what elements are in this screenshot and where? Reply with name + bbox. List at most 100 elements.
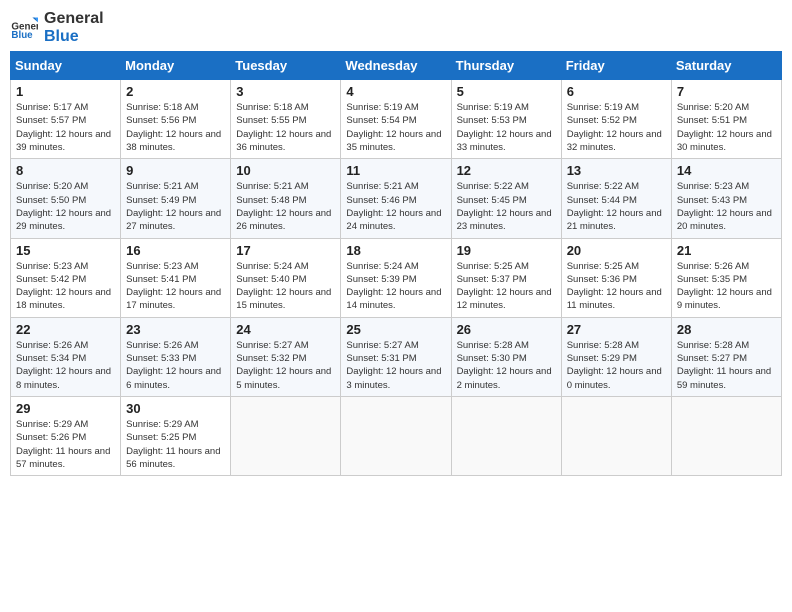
calendar-cell: 20 Sunrise: 5:25 AM Sunset: 5:36 PM Dayl…	[561, 238, 671, 317]
header-tuesday: Tuesday	[231, 52, 341, 80]
logo-general: General	[44, 10, 104, 28]
calendar-week-3: 15 Sunrise: 5:23 AM Sunset: 5:42 PM Dayl…	[11, 238, 782, 317]
day-number: 3	[236, 84, 335, 99]
header-monday: Monday	[121, 52, 231, 80]
day-number: 21	[677, 243, 776, 258]
day-number: 27	[567, 322, 666, 337]
day-info: Sunrise: 5:25 AM Sunset: 5:37 PM Dayligh…	[457, 260, 556, 313]
day-number: 2	[126, 84, 225, 99]
day-info: Sunrise: 5:26 AM Sunset: 5:35 PM Dayligh…	[677, 260, 776, 313]
day-number: 6	[567, 84, 666, 99]
day-number: 23	[126, 322, 225, 337]
day-number: 28	[677, 322, 776, 337]
day-info: Sunrise: 5:23 AM Sunset: 5:43 PM Dayligh…	[677, 180, 776, 233]
calendar-header-row: SundayMondayTuesdayWednesdayThursdayFrid…	[11, 52, 782, 80]
svg-text:Blue: Blue	[11, 29, 33, 40]
day-number: 26	[457, 322, 556, 337]
day-number: 9	[126, 163, 225, 178]
day-number: 24	[236, 322, 335, 337]
day-info: Sunrise: 5:23 AM Sunset: 5:41 PM Dayligh…	[126, 260, 225, 313]
day-number: 20	[567, 243, 666, 258]
day-number: 7	[677, 84, 776, 99]
day-number: 8	[16, 163, 115, 178]
header-wednesday: Wednesday	[341, 52, 451, 80]
calendar-cell: 17 Sunrise: 5:24 AM Sunset: 5:40 PM Dayl…	[231, 238, 341, 317]
calendar-cell	[451, 396, 561, 475]
day-info: Sunrise: 5:20 AM Sunset: 5:51 PM Dayligh…	[677, 101, 776, 154]
day-number: 22	[16, 322, 115, 337]
day-info: Sunrise: 5:19 AM Sunset: 5:54 PM Dayligh…	[346, 101, 445, 154]
header-thursday: Thursday	[451, 52, 561, 80]
day-info: Sunrise: 5:29 AM Sunset: 5:26 PM Dayligh…	[16, 418, 115, 471]
day-info: Sunrise: 5:28 AM Sunset: 5:30 PM Dayligh…	[457, 339, 556, 392]
calendar-table: SundayMondayTuesdayWednesdayThursdayFrid…	[10, 51, 782, 476]
calendar-cell: 8 Sunrise: 5:20 AM Sunset: 5:50 PM Dayli…	[11, 159, 121, 238]
logo: General Blue General Blue	[10, 10, 104, 45]
day-info: Sunrise: 5:19 AM Sunset: 5:53 PM Dayligh…	[457, 101, 556, 154]
day-number: 14	[677, 163, 776, 178]
calendar-cell: 12 Sunrise: 5:22 AM Sunset: 5:45 PM Dayl…	[451, 159, 561, 238]
calendar-cell: 11 Sunrise: 5:21 AM Sunset: 5:46 PM Dayl…	[341, 159, 451, 238]
day-info: Sunrise: 5:22 AM Sunset: 5:44 PM Dayligh…	[567, 180, 666, 233]
day-number: 13	[567, 163, 666, 178]
day-info: Sunrise: 5:28 AM Sunset: 5:29 PM Dayligh…	[567, 339, 666, 392]
calendar-cell: 15 Sunrise: 5:23 AM Sunset: 5:42 PM Dayl…	[11, 238, 121, 317]
calendar-cell: 25 Sunrise: 5:27 AM Sunset: 5:31 PM Dayl…	[341, 317, 451, 396]
day-info: Sunrise: 5:26 AM Sunset: 5:34 PM Dayligh…	[16, 339, 115, 392]
day-info: Sunrise: 5:24 AM Sunset: 5:39 PM Dayligh…	[346, 260, 445, 313]
calendar-cell: 23 Sunrise: 5:26 AM Sunset: 5:33 PM Dayl…	[121, 317, 231, 396]
day-number: 10	[236, 163, 335, 178]
logo-icon: General Blue	[10, 14, 38, 42]
day-info: Sunrise: 5:22 AM Sunset: 5:45 PM Dayligh…	[457, 180, 556, 233]
calendar-cell: 9 Sunrise: 5:21 AM Sunset: 5:49 PM Dayli…	[121, 159, 231, 238]
calendar-cell: 21 Sunrise: 5:26 AM Sunset: 5:35 PM Dayl…	[671, 238, 781, 317]
calendar-cell: 19 Sunrise: 5:25 AM Sunset: 5:37 PM Dayl…	[451, 238, 561, 317]
header-friday: Friday	[561, 52, 671, 80]
calendar-cell: 22 Sunrise: 5:26 AM Sunset: 5:34 PM Dayl…	[11, 317, 121, 396]
calendar-cell: 28 Sunrise: 5:28 AM Sunset: 5:27 PM Dayl…	[671, 317, 781, 396]
calendar-week-4: 22 Sunrise: 5:26 AM Sunset: 5:34 PM Dayl…	[11, 317, 782, 396]
calendar-cell: 10 Sunrise: 5:21 AM Sunset: 5:48 PM Dayl…	[231, 159, 341, 238]
day-number: 1	[16, 84, 115, 99]
calendar-cell	[561, 396, 671, 475]
calendar-cell: 14 Sunrise: 5:23 AM Sunset: 5:43 PM Dayl…	[671, 159, 781, 238]
day-number: 12	[457, 163, 556, 178]
day-number: 5	[457, 84, 556, 99]
calendar-cell	[341, 396, 451, 475]
logo-blue: Blue	[44, 28, 104, 46]
day-info: Sunrise: 5:25 AM Sunset: 5:36 PM Dayligh…	[567, 260, 666, 313]
day-info: Sunrise: 5:27 AM Sunset: 5:31 PM Dayligh…	[346, 339, 445, 392]
calendar-cell: 29 Sunrise: 5:29 AM Sunset: 5:26 PM Dayl…	[11, 396, 121, 475]
day-number: 18	[346, 243, 445, 258]
calendar-cell: 7 Sunrise: 5:20 AM Sunset: 5:51 PM Dayli…	[671, 80, 781, 159]
calendar-cell	[671, 396, 781, 475]
calendar-week-5: 29 Sunrise: 5:29 AM Sunset: 5:26 PM Dayl…	[11, 396, 782, 475]
calendar-cell: 30 Sunrise: 5:29 AM Sunset: 5:25 PM Dayl…	[121, 396, 231, 475]
day-number: 4	[346, 84, 445, 99]
day-info: Sunrise: 5:17 AM Sunset: 5:57 PM Dayligh…	[16, 101, 115, 154]
day-info: Sunrise: 5:19 AM Sunset: 5:52 PM Dayligh…	[567, 101, 666, 154]
calendar-cell: 13 Sunrise: 5:22 AM Sunset: 5:44 PM Dayl…	[561, 159, 671, 238]
day-info: Sunrise: 5:23 AM Sunset: 5:42 PM Dayligh…	[16, 260, 115, 313]
day-number: 19	[457, 243, 556, 258]
day-info: Sunrise: 5:26 AM Sunset: 5:33 PM Dayligh…	[126, 339, 225, 392]
day-number: 11	[346, 163, 445, 178]
day-info: Sunrise: 5:29 AM Sunset: 5:25 PM Dayligh…	[126, 418, 225, 471]
day-info: Sunrise: 5:18 AM Sunset: 5:56 PM Dayligh…	[126, 101, 225, 154]
page-header: General Blue General Blue	[10, 10, 782, 45]
day-info: Sunrise: 5:18 AM Sunset: 5:55 PM Dayligh…	[236, 101, 335, 154]
calendar-cell: 4 Sunrise: 5:19 AM Sunset: 5:54 PM Dayli…	[341, 80, 451, 159]
calendar-cell: 26 Sunrise: 5:28 AM Sunset: 5:30 PM Dayl…	[451, 317, 561, 396]
day-info: Sunrise: 5:27 AM Sunset: 5:32 PM Dayligh…	[236, 339, 335, 392]
calendar-cell: 3 Sunrise: 5:18 AM Sunset: 5:55 PM Dayli…	[231, 80, 341, 159]
header-saturday: Saturday	[671, 52, 781, 80]
calendar-cell	[231, 396, 341, 475]
day-number: 17	[236, 243, 335, 258]
header-sunday: Sunday	[11, 52, 121, 80]
day-info: Sunrise: 5:21 AM Sunset: 5:49 PM Dayligh…	[126, 180, 225, 233]
day-number: 25	[346, 322, 445, 337]
day-number: 30	[126, 401, 225, 416]
calendar-cell: 24 Sunrise: 5:27 AM Sunset: 5:32 PM Dayl…	[231, 317, 341, 396]
day-info: Sunrise: 5:24 AM Sunset: 5:40 PM Dayligh…	[236, 260, 335, 313]
calendar-cell: 1 Sunrise: 5:17 AM Sunset: 5:57 PM Dayli…	[11, 80, 121, 159]
